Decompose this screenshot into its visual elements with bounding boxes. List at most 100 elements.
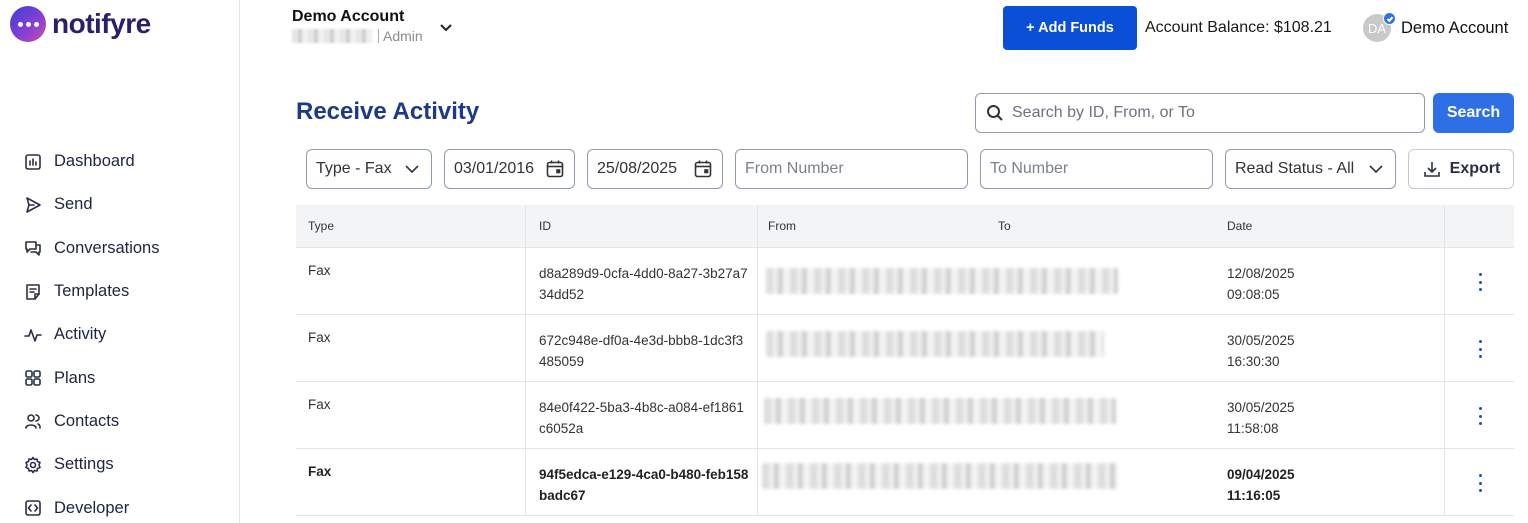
sidebar-item-label: Conversations: [54, 238, 160, 257]
notifyre-logo[interactable]: notifyre: [10, 6, 151, 42]
read-status-value: Read Status - All: [1235, 160, 1355, 177]
date-from-value: 03/01/2016: [454, 160, 535, 177]
sidebar-nav: Dashboard Send Conversations Templates A…: [24, 140, 159, 523]
sidebar-item-contacts[interactable]: Contacts: [24, 400, 159, 443]
export-label: Export: [1449, 160, 1501, 177]
sidebar-item-settings[interactable]: Settings: [24, 443, 159, 486]
row-id: 84e0f422-5ba3-4b8c-a084-ef1861c6052a: [539, 400, 744, 436]
from-number-placeholder: From Number: [745, 160, 844, 177]
templates-icon: [26, 283, 40, 300]
sidebar-item-send[interactable]: Send: [24, 183, 159, 226]
row-id: 94f5edca-e129-4ca0-b480-feb158badc67: [539, 467, 749, 503]
table-row[interactable]: Fax d8a289d9-0cfa-4dd0-8a27-3b27a734dd52…: [296, 248, 1514, 315]
type-filter-value: Type - Fax: [316, 160, 392, 177]
sidebar-item-plans[interactable]: Plans: [24, 356, 159, 399]
send-icon: [26, 197, 41, 213]
account-role: Admin: [378, 29, 423, 43]
account-balance: Account Balance: $108.21: [1145, 19, 1332, 36]
search-field[interactable]: [975, 93, 1425, 133]
row-date: 30/05/2025: [1227, 400, 1295, 415]
column-header-id[interactable]: ID: [539, 219, 551, 233]
from-number-field[interactable]: From Number: [735, 149, 968, 189]
search-icon: [987, 105, 1003, 121]
column-header-to[interactable]: To: [998, 219, 1011, 233]
sidebar-item-label: Activity: [54, 325, 107, 344]
row-type: Fax: [308, 330, 331, 345]
read-status-select[interactable]: Read Status - All: [1225, 149, 1396, 189]
activity-icon: [24, 329, 42, 342]
row-date: 09/04/2025: [1227, 467, 1295, 482]
type-filter-select[interactable]: Type - Fax: [306, 149, 432, 189]
contacts-icon: [25, 414, 41, 430]
table-header: Type ID From To Date: [296, 205, 1514, 248]
more-options-icon[interactable]: [1476, 474, 1484, 492]
developer-icon: [25, 500, 41, 516]
row-id: d8a289d9-0cfa-4dd0-8a27-3b27a734dd52: [539, 266, 748, 302]
row-type: Fax: [308, 464, 332, 479]
more-options-icon[interactable]: [1476, 407, 1484, 425]
logo-text: notifyre: [52, 8, 151, 39]
logo-mark-icon: [10, 6, 46, 42]
row-time: 09:08:05: [1227, 287, 1280, 302]
download-icon: [1423, 162, 1440, 177]
table-row[interactable]: Fax 84e0f422-5ba3-4b8c-a084-ef1861c6052a…: [296, 382, 1514, 449]
table-row-unread[interactable]: Fax 94f5edca-e129-4ca0-b480-feb158badc67…: [296, 449, 1514, 516]
row-type: Fax: [308, 397, 331, 412]
account-switcher[interactable]: Demo Account Admin: [292, 8, 423, 43]
account-subtitle: Admin: [292, 29, 423, 43]
sidebar-item-label: Templates: [54, 282, 130, 301]
date-to-value: 25/08/2025: [597, 160, 678, 177]
sidebar: notifyre Dashboard Send Conversations Te…: [0, 0, 240, 523]
redacted-from-to: [766, 268, 1118, 294]
sidebar-item-label: Send: [54, 195, 93, 214]
more-options-icon[interactable]: [1476, 340, 1484, 358]
sidebar-item-label: Developer: [54, 498, 130, 517]
settings-icon: [25, 456, 41, 474]
account-name: Demo Account: [292, 8, 405, 25]
search-input[interactable]: [1012, 104, 1412, 122]
page-title: Receive Activity: [296, 98, 480, 125]
plans-icon: [25, 370, 41, 386]
user-menu-name[interactable]: Demo Account: [1401, 19, 1508, 38]
row-id: 672c948e-df0a-4e3d-bbb8-1dc3f3485059: [539, 333, 744, 369]
sidebar-item-developer[interactable]: Developer: [24, 486, 159, 523]
calendar-icon[interactable]: [693, 159, 713, 179]
verified-check-icon: [1383, 12, 1396, 25]
row-time: 11:16:05: [1227, 488, 1281, 503]
add-funds-button[interactable]: + Add Funds: [1003, 6, 1137, 50]
to-number-field[interactable]: To Number: [980, 149, 1213, 189]
table-row[interactable]: Fax 672c948e-df0a-4e3d-bbb8-1dc3f3485059…: [296, 315, 1514, 382]
redacted-from-to: [762, 463, 1118, 489]
column-header-from[interactable]: From: [768, 219, 796, 233]
sidebar-item-label: Dashboard: [54, 152, 135, 171]
sidebar-item-label: Plans: [54, 368, 96, 387]
row-date: 30/05/2025: [1227, 333, 1295, 348]
conversations-icon: [25, 241, 41, 257]
sidebar-item-dashboard[interactable]: Dashboard: [24, 140, 159, 183]
dashboard-icon: [25, 153, 41, 170]
row-date: 12/08/2025: [1227, 266, 1295, 281]
search-button[interactable]: Search: [1433, 93, 1514, 133]
export-button[interactable]: Export: [1408, 149, 1514, 189]
chevron-down-icon: [405, 165, 419, 174]
redacted-from-to: [764, 398, 1116, 424]
date-to-input[interactable]: 25/08/2025: [587, 149, 723, 189]
sidebar-item-label: Settings: [54, 455, 114, 474]
chevron-down-icon[interactable]: [438, 20, 454, 36]
activity-table: Type ID From To Date Fax d8a289d9-0cfa-4…: [296, 205, 1514, 516]
column-header-type[interactable]: Type: [308, 219, 334, 233]
sidebar-item-activity[interactable]: Activity: [24, 313, 159, 356]
sidebar-item-templates[interactable]: Templates: [24, 270, 159, 313]
row-time: 11:58:08: [1227, 421, 1279, 436]
sidebar-item-label: Contacts: [54, 411, 120, 430]
column-header-date[interactable]: Date: [1227, 219, 1252, 233]
more-options-icon[interactable]: [1476, 273, 1484, 291]
calendar-icon[interactable]: [545, 159, 565, 179]
date-from-input[interactable]: 03/01/2016: [444, 149, 575, 189]
redacted-account-id: [292, 29, 372, 43]
chevron-down-icon: [1369, 165, 1383, 174]
row-type: Fax: [308, 263, 331, 278]
sidebar-item-conversations[interactable]: Conversations: [24, 227, 159, 270]
redacted-from-to: [766, 331, 1104, 357]
to-number-placeholder: To Number: [990, 160, 1069, 177]
